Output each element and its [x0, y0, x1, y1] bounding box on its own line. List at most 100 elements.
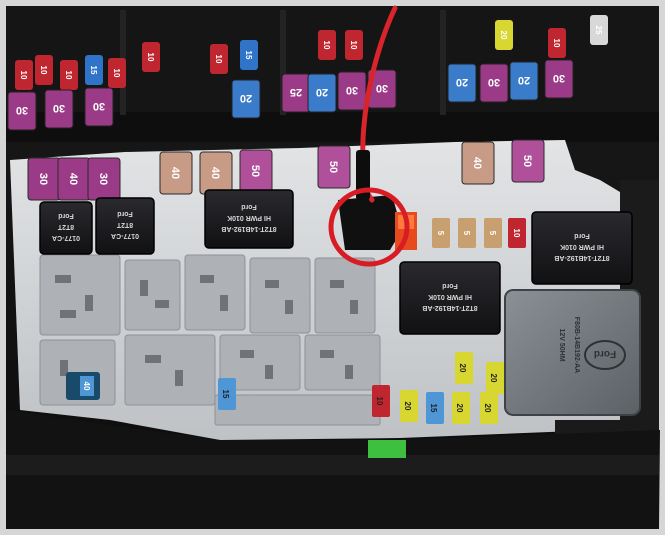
- maxi-fuse: 30: [27, 157, 61, 201]
- maxi-fuse: 40: [461, 141, 495, 185]
- fuse-rating: 30: [346, 84, 358, 96]
- maxi-fuse: 20: [307, 73, 337, 113]
- small-fuse: 10: [508, 218, 526, 248]
- fuse-rating: 10: [112, 69, 121, 78]
- fuse-rating: 40: [209, 167, 221, 179]
- fuse-rating: 30: [488, 76, 500, 88]
- fuse-rating: 10: [349, 41, 358, 50]
- fuse-rating: 40: [471, 157, 483, 169]
- mini-fuse: 25: [590, 15, 608, 45]
- mini-fuse: 10: [142, 42, 160, 72]
- relay-spec: 8T2T: [57, 223, 74, 230]
- relay-part-number: 8T2T-14B192-AB: [422, 304, 477, 311]
- mini-fuse: 15: [426, 392, 444, 424]
- relay-spec: 8T2T: [116, 221, 133, 228]
- lower-ledge: [6, 455, 659, 475]
- mini-fuse: 20: [455, 352, 473, 384]
- fuse-rating: 40: [169, 167, 181, 179]
- fuse-rating: 10: [552, 39, 561, 48]
- maxi-fuse: 30: [44, 89, 74, 129]
- maxi-fuse: 50: [317, 145, 351, 189]
- mini-fuse: 20: [452, 392, 470, 424]
- relay-brand: Ford: [58, 212, 74, 219]
- fuse-rating: 30: [53, 102, 65, 114]
- mini-fuse: 20: [495, 20, 513, 50]
- relay: 8T2T-14B192-AB HI PWR 010K Ford: [399, 261, 501, 335]
- fuse-rating: 10: [214, 55, 223, 64]
- maxi-fuse: 20: [447, 63, 477, 103]
- big-relay-brand: Ford: [594, 348, 616, 359]
- fuse-rating: 20: [483, 404, 492, 413]
- relay: 0177-CA 8T2T Ford: [95, 197, 155, 255]
- mini-fuse: 10: [345, 30, 363, 60]
- mini-fuse: 20: [486, 362, 504, 394]
- fuse-rating: 15: [89, 66, 98, 75]
- relay-spec: HI PWR 010K: [227, 214, 271, 221]
- fuse-rating: 50: [249, 165, 261, 177]
- mini-fuse: 20: [400, 390, 418, 422]
- fuse-rating: 15: [221, 390, 230, 399]
- fuse-rating: 10: [39, 66, 48, 75]
- relay-part-number: 0177-CA: [52, 234, 80, 241]
- mini-fuse: 15: [218, 378, 236, 410]
- maxi-fuse: 30: [479, 63, 509, 103]
- fuse-rating: 30: [553, 72, 565, 84]
- fuse-rating: 25: [594, 26, 603, 35]
- relay: 8T2T-14B192-AB HI PWR 010K Ford: [531, 211, 633, 285]
- maxi-fuse: 50: [239, 149, 273, 193]
- relay-part-number: 8T2T-14B192-AB: [221, 225, 276, 232]
- fuse-rating: 50: [327, 161, 339, 173]
- maxi-fuse: 30: [7, 91, 37, 131]
- small-fuse: 5: [484, 218, 502, 248]
- small-fuse: 5: [458, 218, 476, 248]
- fuse-rating: 50: [521, 155, 533, 167]
- fuse-rating: 25: [290, 86, 302, 98]
- maxi-fuse: 30: [544, 59, 574, 99]
- maxi-fuse: 30: [87, 157, 121, 201]
- big-grey-relay: Ford 12V 50HM F80B-14B192-AA: [504, 289, 641, 416]
- green-label-tag: [368, 440, 406, 458]
- maxi-fuse: 25: [281, 73, 311, 113]
- lower-left-fuse: 40: [66, 372, 100, 400]
- fuse-rating: 20: [316, 86, 328, 98]
- mini-fuse: 10: [60, 60, 78, 90]
- maxi-fuse: 30: [84, 87, 114, 127]
- fuse-rating: 10: [19, 71, 28, 80]
- fuse-rating: 15: [244, 51, 253, 60]
- fuse-rating: 30: [93, 100, 105, 112]
- mini-fuse: 10: [15, 60, 33, 90]
- mini-fuse: 10: [210, 44, 228, 74]
- mini-fuse: 20: [480, 392, 498, 424]
- relay: 0177-CA 8T2T Ford: [39, 201, 93, 255]
- mini-fuse: 15: [85, 55, 103, 85]
- relay-brand: Ford: [442, 282, 458, 289]
- maxi-fuse: 40: [159, 151, 193, 195]
- fuse-rating: 15: [429, 404, 438, 413]
- mini-fuse: 10: [35, 55, 53, 85]
- relay-part-number: 8T2T-14B192-AB: [554, 254, 609, 261]
- mini-fuse: 10: [318, 30, 336, 60]
- fuse-rating: 20: [403, 402, 412, 411]
- fuse-rating: 30: [376, 82, 388, 94]
- relay: 8T2T-14B192-AB HI PWR 010K Ford: [204, 189, 294, 249]
- fuse-rating: 5: [488, 231, 497, 236]
- fuse-rating: 20: [240, 92, 252, 104]
- fuse-rating: 10: [512, 229, 521, 238]
- fuse-rating: 30: [97, 173, 109, 185]
- fuse-box-photo: 10 10 10 15 10 10 10 15 10 10 20 10 25 30 30 30 20 25 20 3…: [0, 0, 665, 535]
- relay-spec: HI PWR 010K: [428, 293, 472, 300]
- fuse-rating: 10: [375, 397, 384, 406]
- fuse-rating: 10: [322, 41, 331, 50]
- fuse-rating: 20: [499, 31, 508, 40]
- svg-text:40: 40: [82, 382, 91, 391]
- mini-fuse: 10: [372, 385, 390, 417]
- relay-part-number: 0177-CA: [111, 232, 139, 239]
- fuse-rating: 20: [455, 404, 464, 413]
- fuse-rating: 10: [64, 71, 73, 80]
- maxi-fuse: 50: [511, 139, 545, 183]
- relay-brand: Ford: [117, 210, 133, 217]
- fuse-rating: 30: [37, 173, 49, 185]
- fuse-rating: 40: [67, 173, 79, 185]
- maxi-fuse: 20: [509, 61, 539, 101]
- fuse-rating: 5: [436, 231, 445, 236]
